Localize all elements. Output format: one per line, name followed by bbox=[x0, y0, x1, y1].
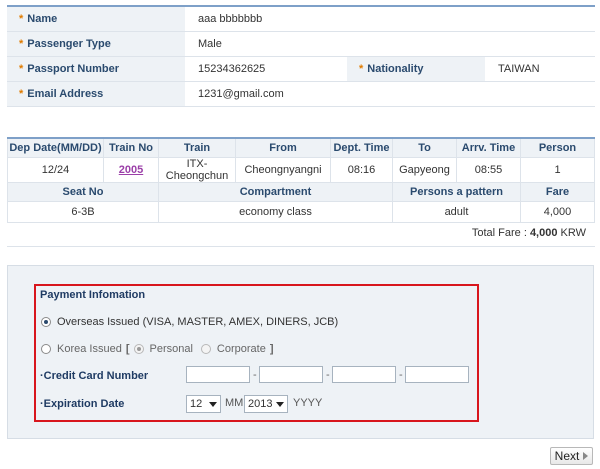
passport-label-text: Passport Number bbox=[27, 63, 119, 75]
card-number-input-3[interactable] bbox=[332, 366, 396, 383]
personal-radio[interactable] bbox=[133, 344, 144, 354]
required-mark: * bbox=[359, 63, 364, 75]
card-number-label: ·Credit Card Number bbox=[40, 370, 148, 382]
train-cell: ITX-Cheongchun bbox=[158, 157, 236, 183]
required-mark: * bbox=[19, 38, 24, 50]
passport-label: * Passport Number bbox=[7, 56, 185, 82]
name-label: * Name bbox=[7, 6, 185, 32]
compartment-cell: economy class bbox=[158, 201, 393, 223]
passenger-info-table: * Name aaa bbbbbbb * Passenger Type Male *… bbox=[7, 5, 595, 107]
nationality-label: * Nationality bbox=[347, 56, 485, 82]
col-persons-pattern: Persons a pattern bbox=[392, 182, 521, 202]
dept-time-cell: 08:16 bbox=[330, 157, 393, 183]
col-seat-no: Seat No bbox=[7, 182, 159, 202]
card-number-input-2[interactable] bbox=[259, 366, 323, 383]
nationality-value: TAIWAN bbox=[485, 56, 595, 82]
month-value: 12 bbox=[190, 398, 203, 410]
seat-row: 6-3B economy class adult 4,000 bbox=[7, 201, 595, 223]
col-fare: Fare bbox=[520, 182, 595, 202]
fare-cell: 4,000 bbox=[520, 201, 595, 223]
passenger-type-label-text: Passenger Type bbox=[27, 38, 111, 50]
expiration-label-text: Expiration Date bbox=[43, 398, 125, 410]
train-no-link[interactable]: 2005 bbox=[119, 164, 143, 176]
next-label: Next bbox=[554, 449, 580, 463]
korea-option[interactable]: Korea Issued [ Personal Corporate ] bbox=[41, 343, 278, 355]
email-value: 1231@gmail.com bbox=[185, 81, 595, 107]
card-number-input-4[interactable] bbox=[405, 366, 469, 383]
card-number-label-text: Credit Card Number bbox=[43, 370, 149, 382]
email-label: * Email Address bbox=[7, 81, 185, 107]
corporate-label: Corporate bbox=[216, 343, 266, 355]
overseas-radio[interactable] bbox=[41, 317, 51, 327]
passport-row: * Passport Number 15234362625 * Nationalit… bbox=[7, 56, 595, 82]
korea-radio[interactable] bbox=[41, 344, 51, 354]
required-mark: * bbox=[19, 63, 24, 75]
arrv-time-cell: 08:55 bbox=[456, 157, 521, 183]
col-person: Person bbox=[520, 137, 595, 158]
passenger-type-value: Male bbox=[185, 31, 595, 57]
col-to: To bbox=[392, 137, 457, 158]
passenger-type-label: * Passenger Type bbox=[7, 31, 185, 57]
overseas-label: Overseas Issued (VISA, MASTER, AMEX, DIN… bbox=[57, 316, 339, 328]
train-no-cell: 2005 bbox=[103, 157, 159, 183]
email-label-text: Email Address bbox=[27, 88, 104, 100]
bracket-close: ] bbox=[269, 343, 274, 355]
dash: - bbox=[399, 369, 403, 381]
next-button[interactable]: Next bbox=[550, 447, 593, 465]
chevron-down-icon bbox=[209, 401, 217, 407]
email-row: * Email Address 1231@gmail.com bbox=[7, 81, 595, 107]
bracket-open: [ bbox=[125, 343, 130, 355]
train-details-table: Dep Date(MM/DD) Train No Train From Dept… bbox=[7, 137, 595, 223]
name-row: * Name aaa bbbbbbb bbox=[7, 6, 595, 32]
col-arrv-time: Arrv. Time bbox=[456, 137, 521, 158]
name-label-text: Name bbox=[27, 13, 58, 25]
col-train-no: Train No bbox=[103, 137, 159, 158]
divider bbox=[7, 246, 595, 247]
corporate-radio[interactable] bbox=[200, 344, 211, 354]
seat-no-cell: 6-3B bbox=[7, 201, 159, 223]
col-from: From bbox=[235, 137, 331, 158]
to-cell: Gapyeong bbox=[392, 157, 457, 183]
from-cell: Cheongnyangni bbox=[235, 157, 331, 183]
col-dept-time: Dept. Time bbox=[330, 137, 393, 158]
train-header-row: Dep Date(MM/DD) Train No Train From Dept… bbox=[7, 137, 595, 158]
total-fare-label: Total Fare : bbox=[471, 227, 530, 239]
year-unit: YYYY bbox=[293, 397, 323, 409]
dash: - bbox=[326, 369, 330, 381]
chevron-down-icon bbox=[276, 401, 284, 407]
person-cell: 1 bbox=[520, 157, 595, 183]
dash: - bbox=[253, 369, 257, 381]
nationality-label-text: Nationality bbox=[367, 63, 424, 75]
card-number-input-1[interactable] bbox=[186, 366, 250, 383]
total-fare: Total Fare : 4,000 KRW bbox=[472, 227, 586, 239]
year-value: 2013 bbox=[248, 398, 273, 410]
name-value: aaa bbbbbbb bbox=[185, 6, 595, 32]
col-train: Train bbox=[158, 137, 236, 158]
expiration-label: ·Expiration Date bbox=[40, 398, 124, 410]
required-mark: * bbox=[19, 13, 24, 25]
total-fare-currency: KRW bbox=[557, 227, 586, 239]
month-unit: MM bbox=[225, 397, 244, 409]
total-fare-amount: 4,000 bbox=[529, 227, 558, 239]
seat-header-row: Seat No Compartment Persons a pattern Fa… bbox=[7, 182, 595, 202]
month-select[interactable]: 12 bbox=[186, 395, 221, 413]
personal-label: Personal bbox=[149, 343, 193, 355]
korea-label: Korea Issued bbox=[57, 343, 122, 355]
year-select[interactable]: 2013 bbox=[244, 395, 288, 413]
passenger-type-row: * Passenger Type Male bbox=[7, 31, 595, 57]
overseas-option[interactable]: Overseas Issued (VISA, MASTER, AMEX, DIN… bbox=[41, 316, 338, 328]
passport-value: 15234362625 bbox=[185, 56, 341, 82]
col-compartment: Compartment bbox=[158, 182, 393, 202]
persons-pattern-cell: adult bbox=[392, 201, 521, 223]
required-mark: * bbox=[19, 88, 24, 100]
payment-title: Payment Infomation bbox=[40, 289, 146, 301]
arrow-right-icon bbox=[583, 452, 589, 460]
col-dep-date: Dep Date(MM/DD) bbox=[7, 137, 104, 158]
train-row: 12/24 2005 ITX-Cheongchun Cheongnyangni … bbox=[7, 157, 595, 183]
dep-date-cell: 12/24 bbox=[7, 157, 104, 183]
